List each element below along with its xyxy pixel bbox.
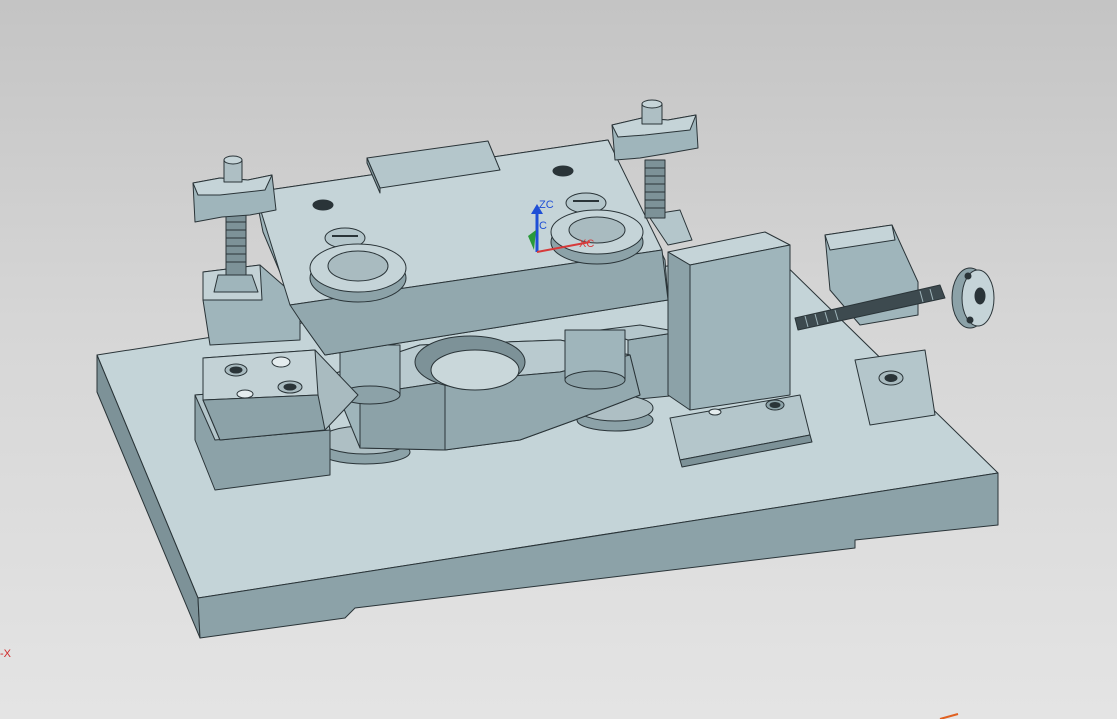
support-column-right[interactable] [564,329,626,390]
yc-axis-label: C [539,220,547,232]
plate-hole-left [312,199,334,211]
fixture-assembly-model[interactable]: ZC XC C [0,0,1117,719]
xc-axis-label: XC [579,238,594,250]
knurled-knob[interactable] [951,267,995,329]
plate-hole-right [552,165,574,177]
zc-axis-label: ZC [539,199,554,211]
view-marker [939,713,959,719]
view-triad-axis-label: -X [0,648,11,660]
push-block[interactable] [667,231,791,411]
graphics-viewport[interactable]: ZC XC C -X [0,0,1117,719]
